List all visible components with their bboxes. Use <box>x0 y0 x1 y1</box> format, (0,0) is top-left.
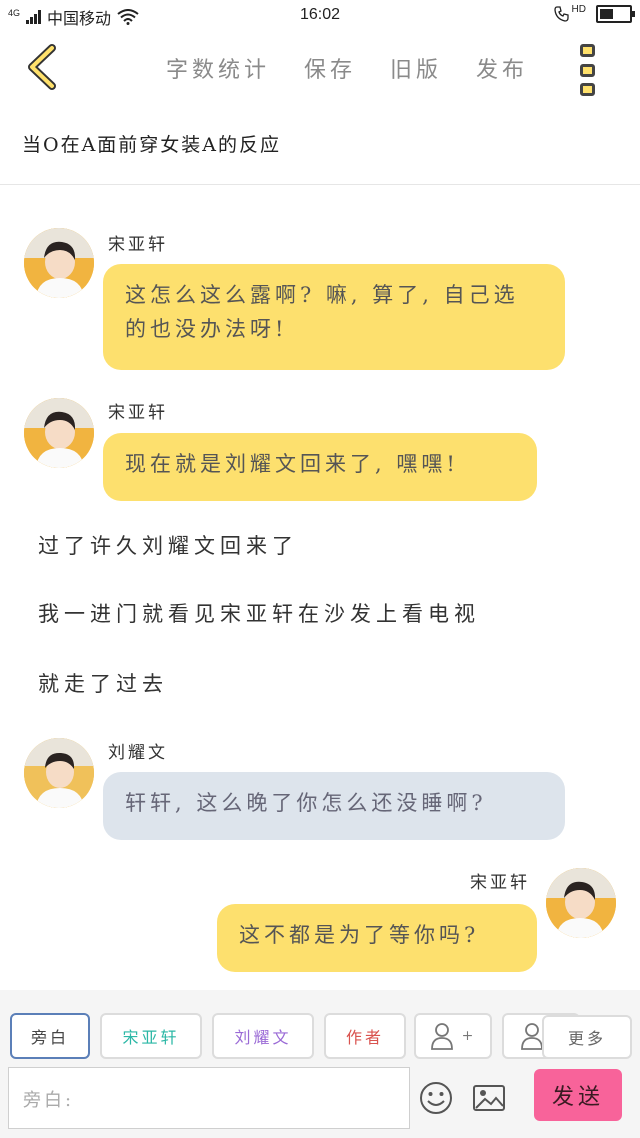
role-song-yaxuan[interactable]: 宋亚轩 <box>100 1013 202 1059</box>
role-label: + <box>461 1028 477 1044</box>
hd-label: HD <box>571 3 586 15</box>
message-bubble[interactable]: 现在就是刘耀文回来了, 嘿嘿! <box>103 433 537 501</box>
hd-call-icon: HD <box>553 3 586 22</box>
narration-text[interactable]: 我一进门就看见宋亚轩在沙发上看电视 <box>38 598 480 628</box>
divider <box>0 184 640 185</box>
more-roles-button[interactable]: 更多 <box>542 1015 632 1059</box>
role-author[interactable]: 作者 <box>324 1013 406 1059</box>
message-input[interactable]: 旁白: <box>8 1067 410 1129</box>
save-button[interactable]: 保存 <box>304 52 356 84</box>
emoji-icon[interactable] <box>418 1080 454 1116</box>
top-toolbar: 字数统计 保存 旧版 发布 <box>0 32 640 112</box>
avatar[interactable] <box>24 738 94 808</box>
status-bar: 4G 中国移动 16:02 HD <box>0 0 640 32</box>
old-version-button[interactable]: 旧版 <box>390 52 442 84</box>
send-button[interactable]: 发送 <box>534 1069 622 1121</box>
story-title: 当O在A面前穿女装A的反应 <box>22 134 282 156</box>
add-role-button[interactable]: + <box>414 1013 492 1059</box>
role-label: 旁白 <box>30 1028 69 1047</box>
role-label: 刘耀文 <box>234 1028 292 1047</box>
sender-name: 宋亚轩 <box>108 403 168 423</box>
narration-text[interactable]: 就走了过去 <box>38 668 168 698</box>
avatar[interactable] <box>24 398 94 468</box>
image-icon[interactable] <box>472 1080 506 1116</box>
word-count-button[interactable]: 字数统计 <box>166 52 270 84</box>
role-narrator[interactable]: 旁白 <box>10 1013 90 1059</box>
role-liu-yaowen[interactable]: 刘耀文 <box>212 1013 314 1059</box>
sender-name: 宋亚轩 <box>108 235 168 255</box>
input-placeholder: 旁白: <box>23 1090 75 1111</box>
narration-text[interactable]: 过了许久刘耀文回来了 <box>38 530 298 560</box>
role-label: 宋亚轩 <box>122 1028 180 1047</box>
user-add-icon <box>430 1023 453 1050</box>
publish-button[interactable]: 发布 <box>476 52 528 84</box>
more-vertical-icon[interactable] <box>580 44 596 96</box>
role-label: 作者 <box>345 1028 384 1047</box>
role-label: 更多 <box>567 1029 606 1048</box>
message-bubble[interactable]: 这怎么这么露啊? 嘛, 算了, 自己选的也没办法呀! <box>103 264 565 370</box>
sender-name: 刘耀文 <box>108 743 168 763</box>
clock: 16:02 <box>299 6 341 23</box>
message-bubble[interactable]: 轩轩, 这么晚了你怎么还没睡啊? <box>103 772 565 840</box>
battery-icon <box>596 5 635 23</box>
avatar[interactable] <box>24 228 94 298</box>
sender-name: 宋亚轩 <box>470 873 530 893</box>
avatar[interactable] <box>546 868 616 938</box>
message-bubble[interactable]: 这不都是为了等你吗? <box>217 904 537 972</box>
chevron-left-icon[interactable] <box>22 42 62 92</box>
